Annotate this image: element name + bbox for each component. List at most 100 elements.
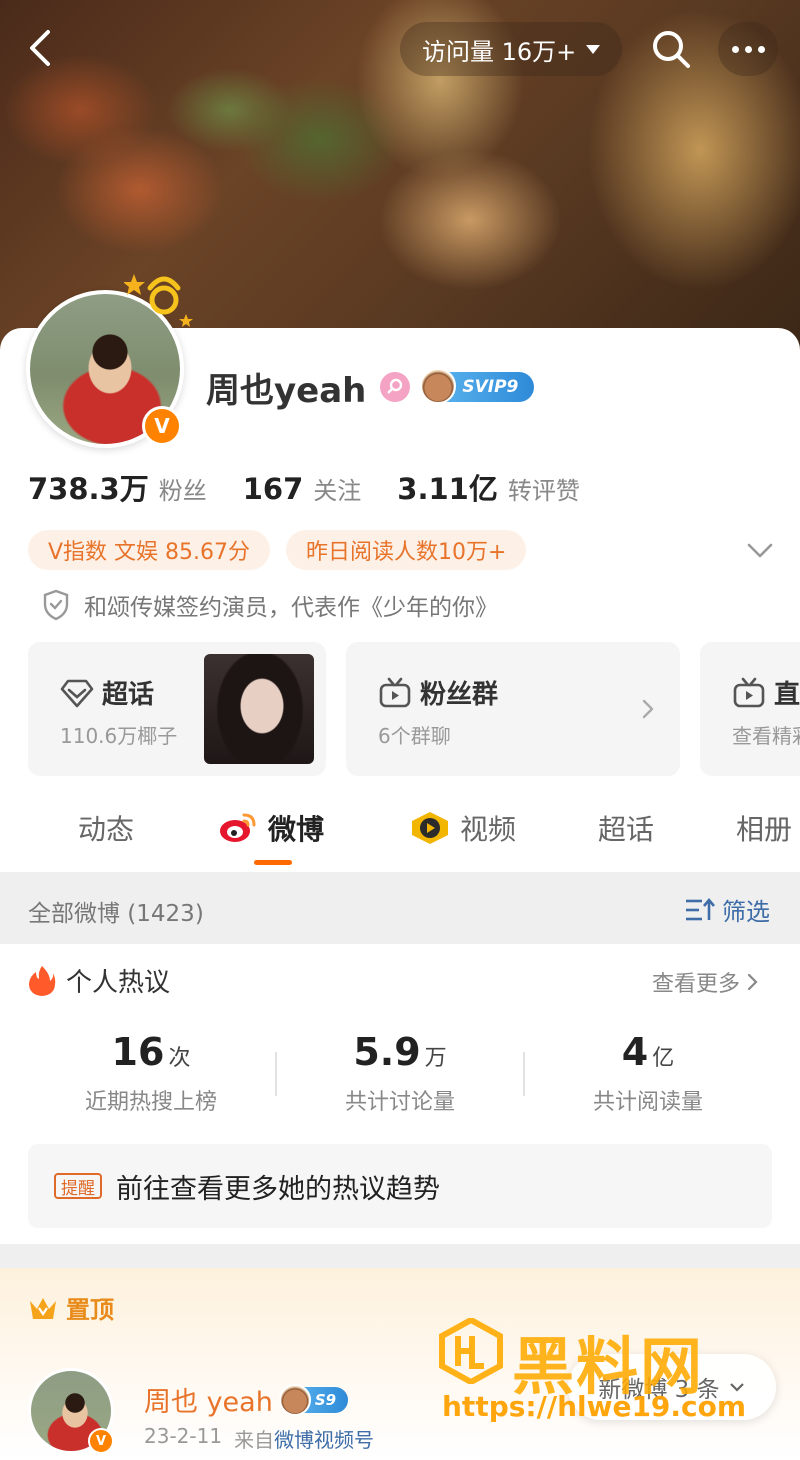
tag-reads-yesterday[interactable]: 昨日阅读人数10万+ — [286, 530, 527, 570]
stat-value: 738.3万 — [28, 472, 149, 506]
top-bar: 访问量 16万+ — [0, 0, 800, 100]
female-gender-icon — [380, 372, 411, 402]
profile-name: 周也yeah — [206, 370, 367, 411]
post-author-name[interactable]: 周也 yeah — [144, 1380, 273, 1419]
entry-title: 粉丝群 — [378, 674, 498, 711]
svip-label: SVIP9 — [462, 377, 519, 397]
active-tab-indicator — [254, 860, 292, 865]
tab-weibo[interactable]: 微博 — [218, 808, 324, 848]
svip-badge[interactable]: SVIP9 — [420, 368, 535, 404]
entry-subtitle: 6个群聊 — [378, 724, 451, 748]
weibo-logo-icon — [220, 813, 256, 842]
hot-stat-discussion: 5.9 万 共计讨论量 — [275, 1030, 525, 1116]
entry-title-label: 直播 — [774, 680, 800, 710]
hot-discussion-panel: 个人热议 查看更多 16 次 近期热搜上榜 5.9 万 共计讨论量 4亿 共计阅读量… — [0, 944, 800, 1244]
hot-stat-unit: 亿 — [652, 1046, 675, 1071]
tab-label: 超话 — [598, 813, 655, 846]
stat-label: 关注 — [313, 477, 362, 505]
tv-icon — [379, 677, 411, 707]
stat-label: 粉丝 — [158, 477, 207, 505]
entry-title: 超话 — [60, 674, 154, 711]
filter-icon — [686, 897, 715, 920]
chevron-down-icon — [729, 1383, 744, 1392]
hot-stat-value: 5.9 — [353, 1030, 421, 1074]
post-author-row: 周也 yeah S9 — [144, 1380, 349, 1419]
vip-mascot-icon — [278, 1383, 311, 1416]
name-row: 周也yeah SVIP9 — [206, 362, 535, 412]
crown-icon — [30, 1297, 56, 1319]
back-arrow-icon[interactable] — [22, 28, 62, 68]
post-verified-badge: V — [88, 1428, 114, 1454]
reminder-text: 前往查看更多她的热议趋势 — [116, 1173, 440, 1205]
profile-stats: 738.3万 粉丝 167 关注 3.11亿 转评赞 — [28, 466, 616, 508]
post-from: 来自 — [234, 1428, 275, 1452]
profile-tabs: 动态 微博 视频 超话 相册 — [0, 800, 800, 870]
post-vip-label: S9 — [314, 1390, 337, 1409]
entry-subtitle: 查看精彩 — [732, 724, 800, 748]
hot-stat-value: 16 — [111, 1030, 165, 1074]
tab-label: 微博 — [268, 813, 325, 846]
hot-stat-desc: 共计阅读量 — [592, 1090, 703, 1115]
fire-icon — [29, 965, 56, 996]
view-more-label: 查看更多 — [652, 972, 741, 997]
more-options-icon[interactable] — [718, 22, 778, 76]
verification-info: 和颂传媒签约演员，代表作《少年的你》 — [42, 588, 498, 622]
post-date: 23-2-11 — [144, 1424, 223, 1448]
chevron-down-icon[interactable] — [744, 536, 776, 564]
tab-supertopic[interactable]: 超话 — [598, 808, 654, 848]
visit-count-label: 访问量 16万+ — [422, 37, 577, 66]
stat-following[interactable]: 167 关注 — [243, 471, 362, 506]
stat-value: 3.11亿 — [397, 472, 498, 506]
entry-title: 直播 — [732, 674, 800, 711]
caret-down-icon — [586, 44, 601, 54]
verification-text: 和颂传媒签约演员，代表作《少年的你》 — [84, 595, 498, 621]
entry-title-label: 粉丝群 — [420, 680, 499, 710]
filter-label: 筛选 — [722, 898, 770, 926]
video-play-icon — [412, 812, 448, 844]
vip-mascot-icon — [420, 368, 457, 404]
fan-group-card[interactable]: 粉丝群 6个群聊 — [346, 642, 680, 776]
hot-stat-unit: 次 — [168, 1046, 191, 1071]
search-icon[interactable] — [650, 28, 692, 70]
avatar-decoration-icon — [124, 274, 193, 327]
tab-dynamics[interactable]: 动态 — [78, 808, 134, 848]
live-card[interactable]: 直播 查看精彩 — [700, 642, 800, 776]
stat-value: 167 — [242, 472, 304, 506]
view-more-link[interactable]: 查看更多 — [652, 966, 760, 998]
reminder-tag: 提醒 — [54, 1173, 102, 1199]
hot-title: 个人热议 — [28, 962, 170, 999]
profile-tags: V指数 文娱 85.67分 昨日阅读人数10万+ — [28, 530, 527, 570]
hot-stat-desc: 近期热搜上榜 — [84, 1090, 217, 1115]
tab-label: 视频 — [460, 813, 517, 846]
tv-icon — [733, 677, 765, 707]
visit-count-dropdown[interactable]: 访问量 16万+ — [400, 22, 623, 76]
tab-album[interactable]: 相册 — [736, 808, 792, 848]
pinned-label: 置顶 — [66, 1296, 114, 1324]
hot-title-label: 个人热议 — [66, 968, 171, 998]
hot-stat-value: 4 — [621, 1030, 649, 1074]
hot-stat-unit: 万 — [424, 1046, 447, 1071]
tab-video[interactable]: 视频 — [410, 808, 516, 848]
entry-cards: 超话 110.6万椰子 粉丝群 6个群聊 直播 — [28, 642, 800, 776]
post-vip-badge[interactable]: S9 — [278, 1383, 349, 1416]
new-posts-button[interactable]: 新微博 3 条 — [568, 1354, 776, 1420]
hot-stat-reads: 4亿 共计阅读量 — [523, 1030, 773, 1116]
stat-label: 转评赞 — [507, 477, 580, 505]
supertopic-thumbnail — [204, 654, 314, 764]
stat-followers[interactable]: 738.3万 粉丝 — [28, 466, 207, 508]
verified-badge: V — [142, 406, 182, 446]
entry-title-label: 超话 — [102, 680, 155, 710]
chevron-right-icon — [747, 973, 758, 991]
avatar-container[interactable]: V — [26, 274, 193, 448]
hot-stat-trending: 16 次 近期热搜上榜 — [26, 1030, 276, 1116]
filter-bar: 全部微博 (1423) 筛选 — [0, 872, 800, 944]
supertopic-card[interactable]: 超话 110.6万椰子 — [28, 642, 326, 776]
post-source[interactable]: 微博视频号 — [274, 1428, 374, 1452]
trend-reminder[interactable]: 提醒 前往查看更多她的热议趋势 — [28, 1144, 772, 1228]
new-posts-label: 新微博 3 条 — [598, 1377, 720, 1403]
pinned-label-row: 置顶 — [28, 1290, 114, 1325]
shield-icon — [43, 589, 69, 621]
filter-button[interactable]: 筛选 — [684, 892, 770, 927]
stat-likes[interactable]: 3.11亿 转评赞 — [397, 466, 580, 508]
tag-v-index[interactable]: V指数 文娱 85.67分 — [28, 530, 271, 570]
